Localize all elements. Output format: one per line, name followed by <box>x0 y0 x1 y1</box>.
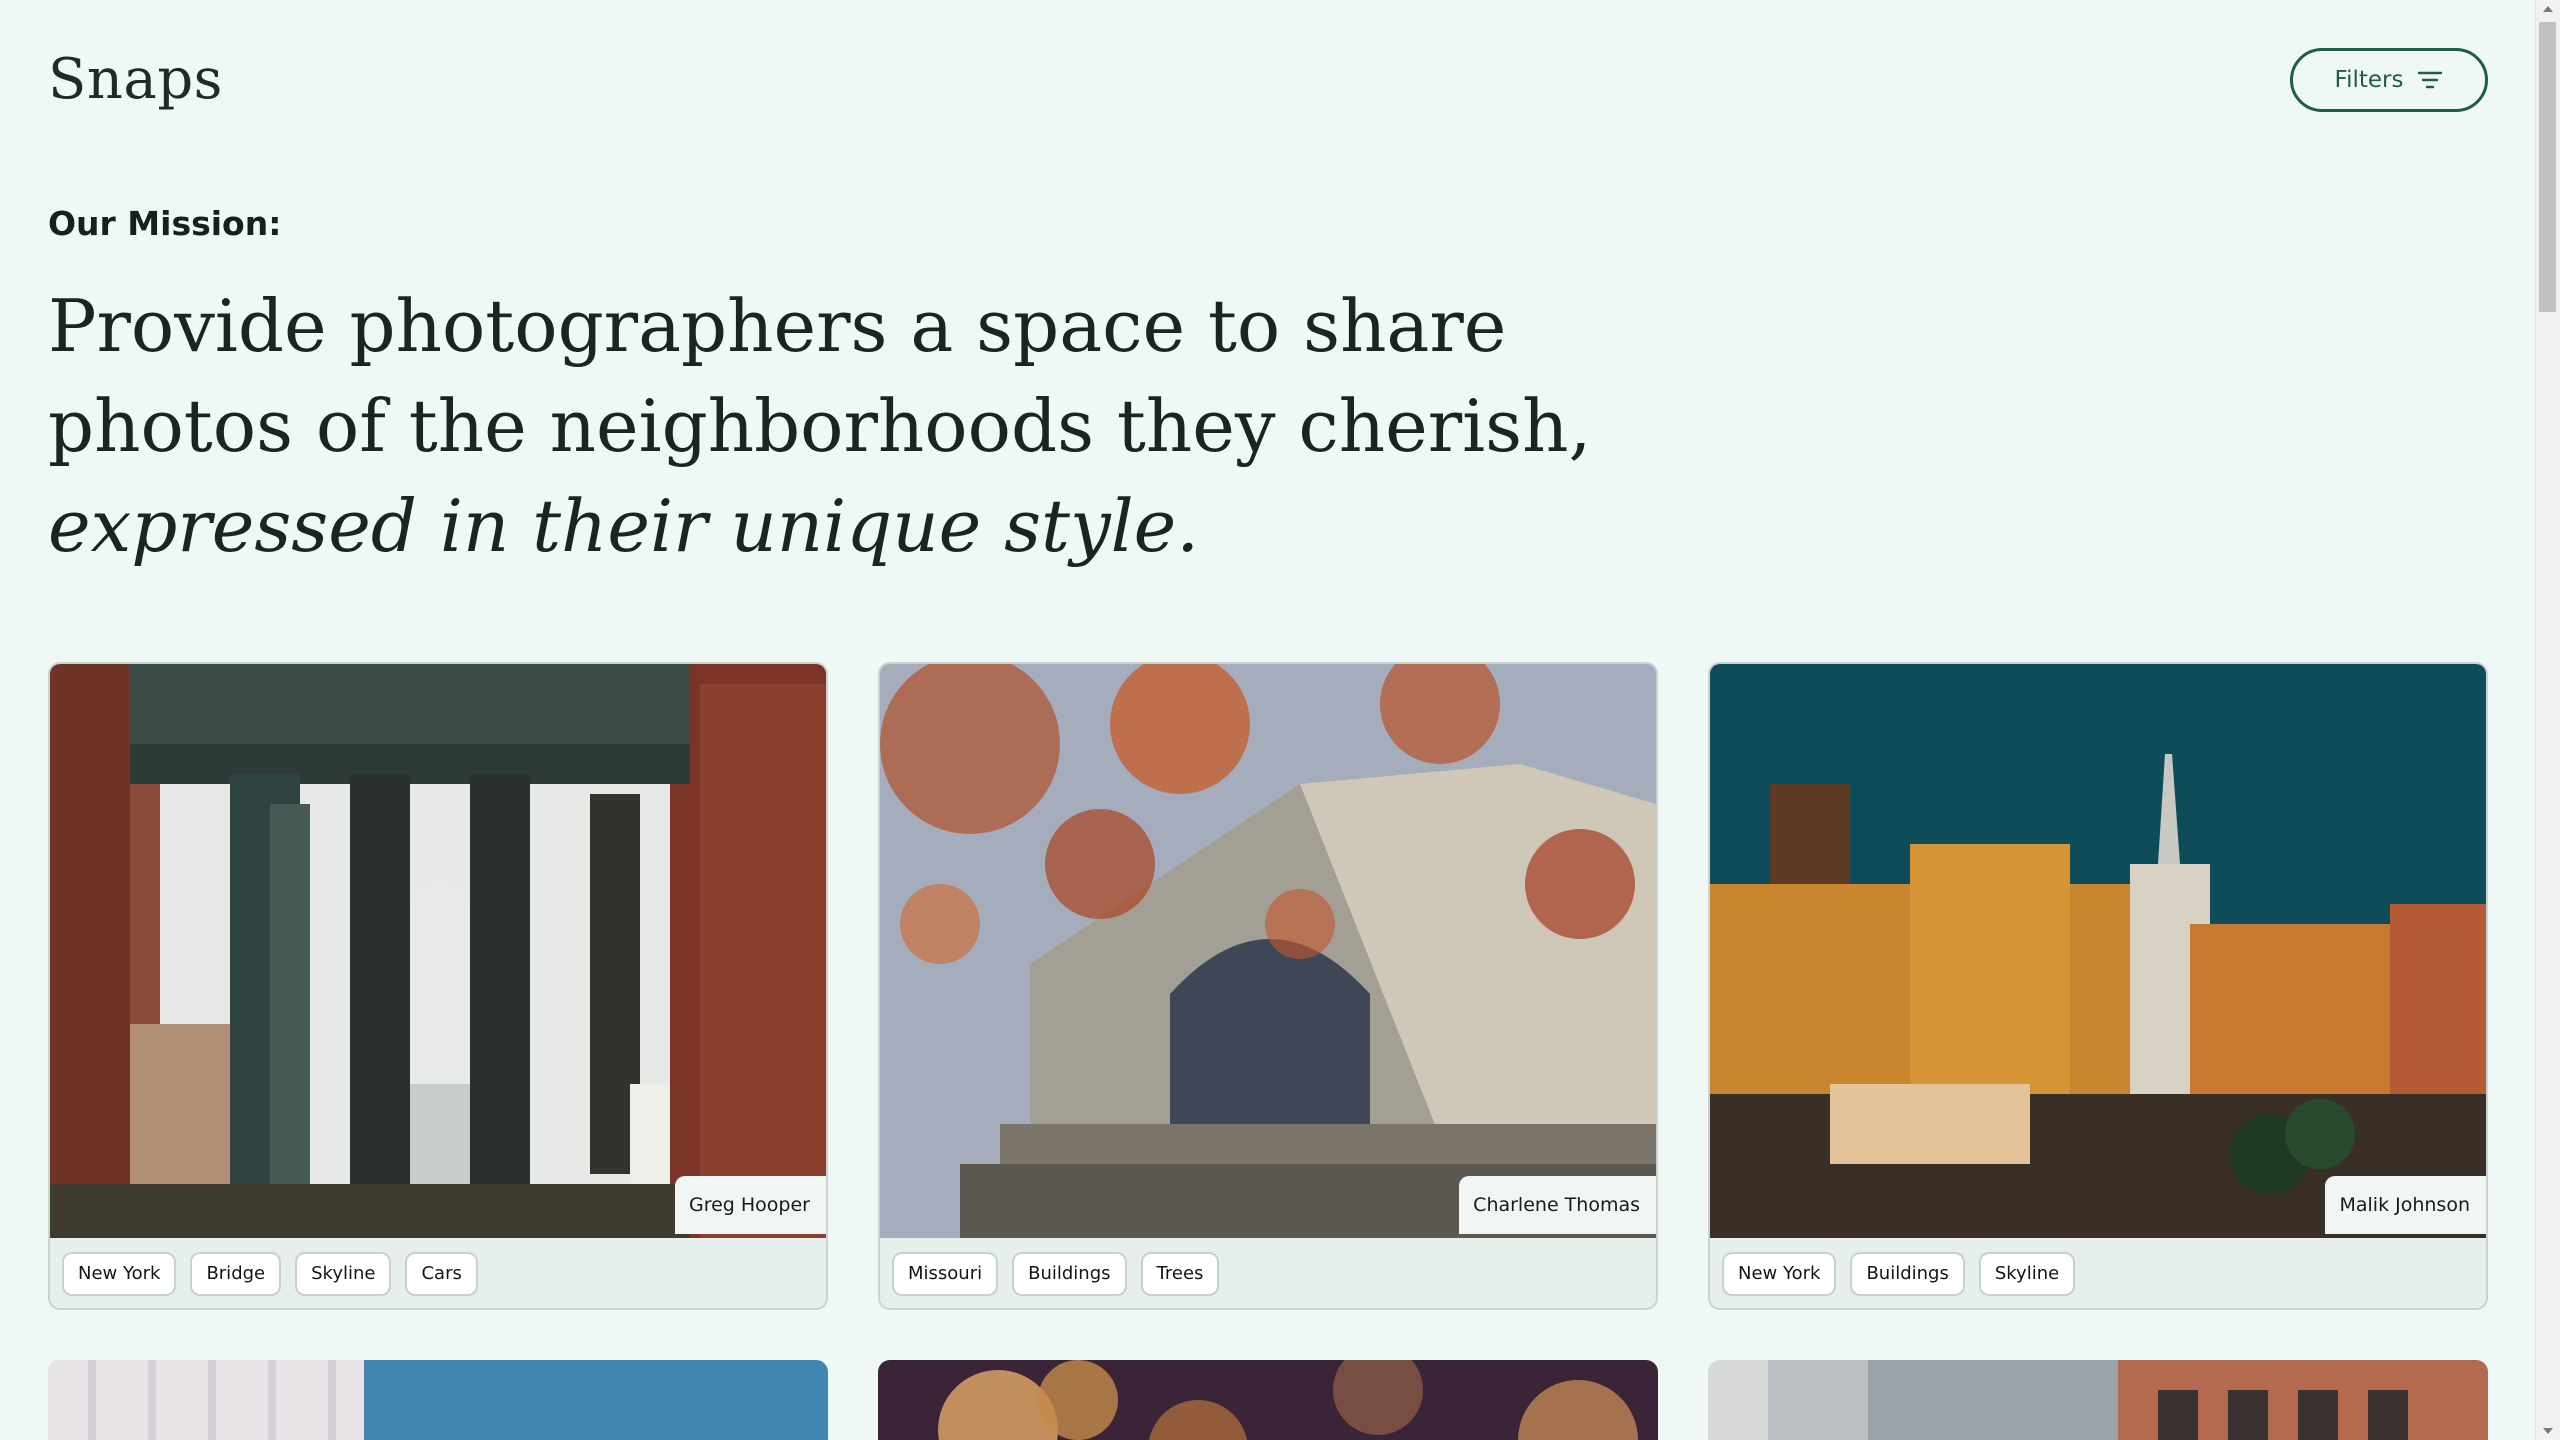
photo-image <box>48 1360 828 1440</box>
photo-author[interactable]: Charlene Thomas <box>1459 1176 1656 1234</box>
photo-card[interactable] <box>878 1360 1658 1440</box>
tag-chip[interactable]: Skyline <box>295 1252 392 1296</box>
photo-card[interactable]: Greg Hooper New York Bridge Skyline Cars <box>48 662 828 1310</box>
mission-line-3: expressed in their unique style. <box>48 484 1200 568</box>
tag-chip[interactable]: Buildings <box>1850 1252 1965 1296</box>
mission-line-2: photos of the neighborhoods they cherish… <box>48 384 1592 468</box>
photo-bridge[interactable] <box>50 664 826 1238</box>
tag-chip[interactable]: Missouri <box>892 1252 999 1296</box>
mission-section: Our Mission: Provide photographers a spa… <box>48 200 1648 576</box>
page: Snaps Filters Our Mission: Provide photo… <box>0 0 2560 1440</box>
photo-card[interactable]: Charlene Thomas Missouri Buildings Trees <box>878 662 1658 1310</box>
photo-author[interactable]: Malik Johnson <box>2325 1176 2486 1234</box>
mission-heading: Our Mission: <box>48 204 282 243</box>
filters-button[interactable]: Filters <box>2290 48 2488 112</box>
tag-chip[interactable]: Buildings <box>1012 1252 1127 1296</box>
bridge-photo-image <box>50 664 826 1238</box>
scroll-down-icon[interactable] <box>2543 1428 2553 1434</box>
tag-chip[interactable]: Trees <box>1140 1252 1220 1296</box>
mission-statement: Provide photographers a space to share p… <box>48 276 1648 576</box>
tag-list: New York Buildings Skyline <box>1722 1252 2076 1296</box>
photo-card[interactable]: Malik Johnson New York Buildings Skyline <box>1708 662 2488 1310</box>
photo-building[interactable] <box>880 664 1656 1238</box>
header: Snaps Filters <box>48 40 2488 120</box>
site-logo[interactable]: Snaps <box>48 40 223 120</box>
photo-author[interactable]: Greg Hooper <box>674 1176 826 1234</box>
photo-image <box>878 1360 1658 1440</box>
photo-skyline[interactable] <box>1710 664 2486 1238</box>
filters-label: Filters <box>2334 67 2404 93</box>
building-photo-image <box>880 664 1656 1238</box>
photo-card[interactable] <box>1708 1360 2488 1440</box>
filter-icon <box>2418 71 2443 89</box>
tag-chip[interactable]: Bridge <box>190 1252 282 1296</box>
vertical-scrollbar[interactable] <box>2535 0 2560 1440</box>
tag-chip[interactable]: Cars <box>405 1252 478 1296</box>
tag-list: New York Bridge Skyline Cars <box>62 1252 478 1296</box>
tag-chip[interactable]: New York <box>62 1252 177 1296</box>
scroll-up-icon[interactable] <box>2543 6 2553 12</box>
tag-chip[interactable]: Skyline <box>1978 1252 2076 1296</box>
tag-list: Missouri Buildings Trees <box>892 1252 1220 1296</box>
tag-chip[interactable]: New York <box>1722 1252 1837 1296</box>
skyline-photo-image <box>1710 664 2486 1238</box>
photo-image <box>1708 1360 2488 1440</box>
scrollbar-thumb[interactable] <box>2539 22 2556 312</box>
mission-line-1: Provide photographers a space to share <box>48 284 1507 368</box>
photo-card[interactable] <box>48 1360 828 1440</box>
